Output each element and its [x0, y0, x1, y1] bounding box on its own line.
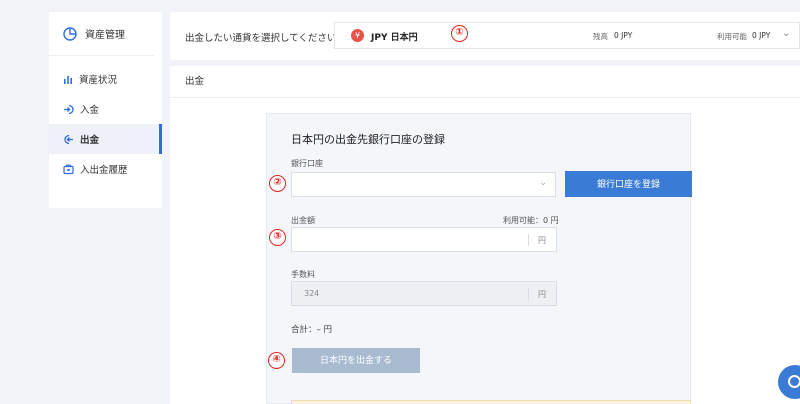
- annotation-marker-1: ①: [451, 25, 468, 42]
- chevron-down-icon: ⌄: [782, 28, 791, 39]
- bank-account-select[interactable]: ⌄: [291, 172, 556, 197]
- balance-label: 残高: [593, 32, 608, 41]
- sidebar-item-label: 資産状況: [79, 75, 118, 86]
- form-title: 日本円の出金先銀行口座の登録: [291, 133, 445, 146]
- sidebar-title: 資産管理: [85, 30, 125, 41]
- annotation-marker-3: ③: [269, 229, 286, 246]
- sidebar-item-assets[interactable]: 資産状況: [49, 64, 162, 94]
- help-icon: [788, 375, 800, 388]
- unit-divider: [528, 234, 529, 246]
- sidebar-item-label: 入出金履歴: [80, 165, 128, 176]
- chevron-down-icon: ⌄: [539, 178, 547, 188]
- available-label: 利用可能: [717, 32, 747, 41]
- currency-name: JPY 日本円: [371, 33, 418, 43]
- withdraw-icon: [64, 134, 73, 144]
- history-icon: [63, 164, 74, 174]
- notice-box: [291, 400, 691, 404]
- currency-prompt: 出金したい通貨を選択してください: [185, 33, 337, 44]
- fee-field: 324 円: [291, 281, 557, 306]
- amount-label: 出金額: [291, 216, 315, 225]
- amount-unit: 円: [538, 236, 546, 245]
- withdraw-panel: 出金 日本円の出金先銀行口座の登録 銀行口座 ⌄ 銀行口座を登録 出金額 利用可…: [170, 66, 800, 404]
- total-amount: 合計：– 円: [291, 325, 332, 335]
- deposit-icon: [64, 104, 74, 114]
- fee-value: 324: [304, 289, 320, 298]
- bank-registration-form: 日本円の出金先銀行口座の登録 銀行口座 ⌄ 銀行口座を登録 出金額 利用可能：0…: [266, 113, 692, 404]
- fee-unit: 円: [538, 290, 546, 299]
- sidebar-item-label: 出金: [80, 135, 100, 146]
- currency-bar: 出金したい通貨を選択してください ¥ JPY 日本円 残高 0 JPY 利用可能…: [170, 12, 800, 60]
- page-title: 出金: [170, 66, 800, 98]
- register-bank-button[interactable]: 銀行口座を登録: [565, 171, 692, 197]
- currency-select[interactable]: ¥ JPY 日本円 残高 0 JPY 利用可能 0 JPY ⌄: [334, 22, 800, 49]
- unit-divider: [528, 288, 529, 300]
- sidebar-item-label: 入金: [80, 105, 100, 116]
- yen-icon: ¥: [351, 29, 364, 42]
- amount-available: 利用可能：0 円: [503, 216, 559, 225]
- sidebar-item-withdraw[interactable]: 出金: [49, 124, 162, 154]
- bank-account-label: 銀行口座: [291, 159, 323, 168]
- available-value: 0 JPY: [752, 31, 771, 40]
- sidebar: 資産管理 資産状況 入金 出金 入出金履歴: [49, 12, 162, 208]
- annotation-marker-2: ②: [269, 175, 286, 192]
- bar-chart-icon: [64, 76, 72, 84]
- withdraw-submit-button[interactable]: 日本円を出金する: [292, 348, 420, 373]
- sidebar-item-deposit[interactable]: 入金: [49, 94, 162, 124]
- sidebar-header: 資産管理: [49, 12, 154, 56]
- pie-chart-icon: [63, 26, 77, 41]
- annotation-marker-4: ④: [268, 352, 285, 369]
- balance-value: 0 JPY: [614, 31, 633, 40]
- amount-input[interactable]: 円: [291, 227, 557, 252]
- sidebar-item-history[interactable]: 入出金履歴: [49, 154, 162, 184]
- fee-label: 手数料: [291, 270, 315, 279]
